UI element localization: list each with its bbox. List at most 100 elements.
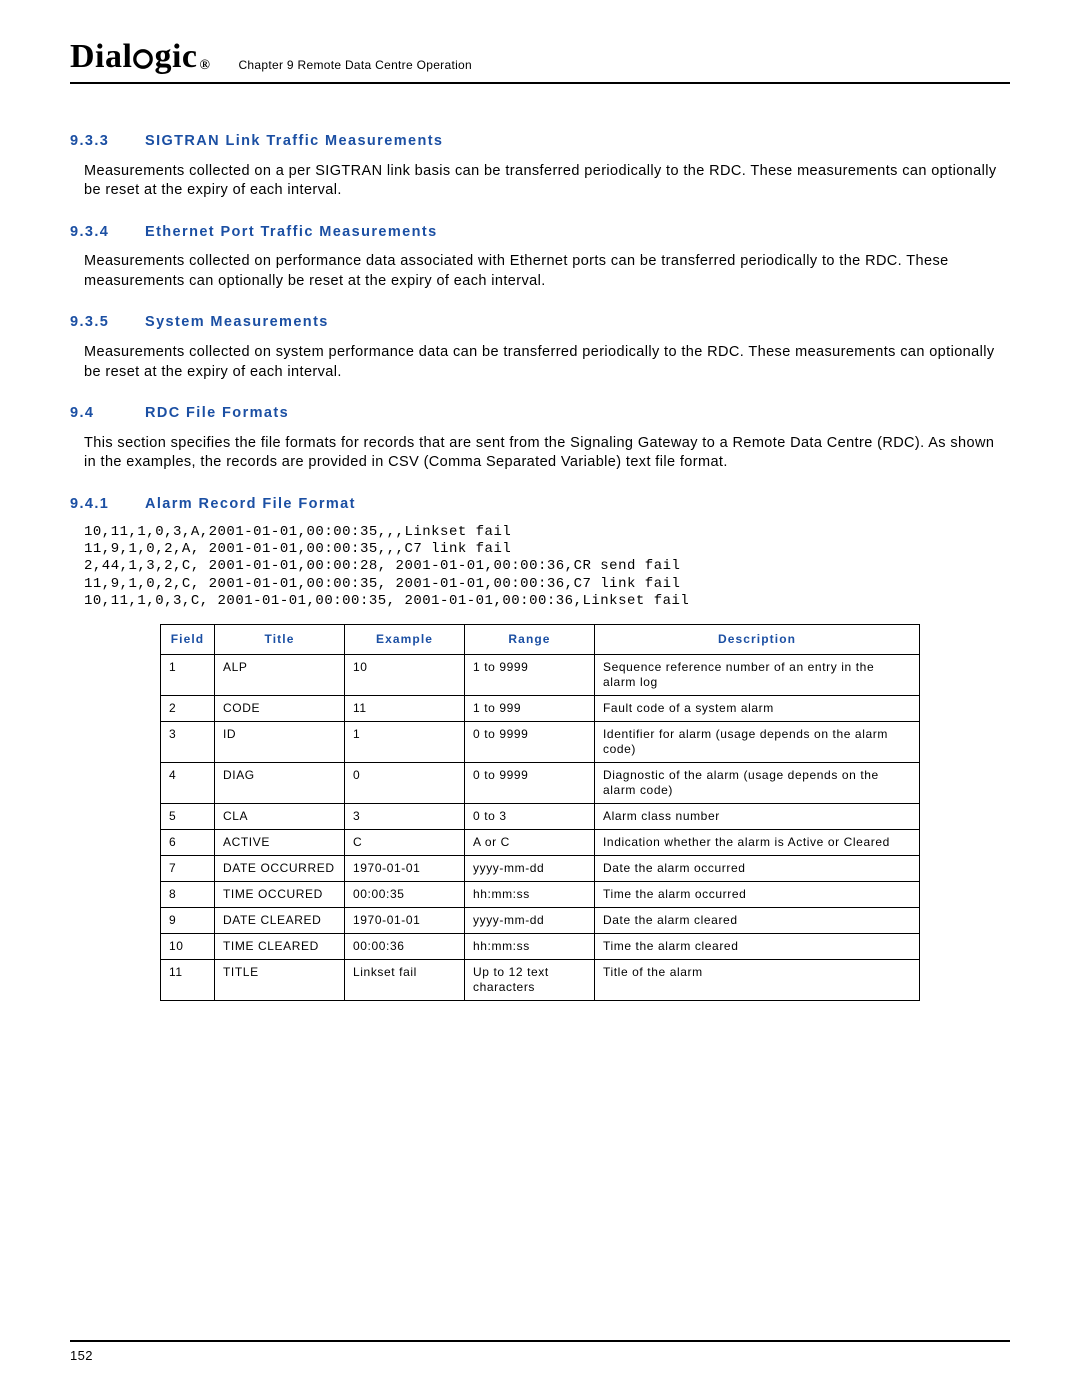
- logo-text-post: gic: [154, 38, 197, 76]
- cell-range: Up to 12 text characters: [465, 959, 595, 1000]
- cell-description: Time the alarm occurred: [595, 881, 920, 907]
- cell-description: Date the alarm cleared: [595, 907, 920, 933]
- brand-logo: Dial gic ®: [70, 38, 208, 76]
- cell-title: ACTIVE: [215, 829, 345, 855]
- cell-example: 1970-01-01: [345, 907, 465, 933]
- section-title: RDC File Formats: [145, 404, 289, 424]
- cell-range: 0 to 9999: [465, 762, 595, 803]
- document-page: Dial gic ® Chapter 9 Remote Data Centre …: [0, 0, 1080, 1397]
- alarm-record-example-block: 10,11,1,0,3,A,2001-01-01,00:00:35,,,Link…: [84, 524, 1010, 609]
- cell-field: 11: [161, 959, 215, 1000]
- col-header-description: Description: [595, 624, 920, 654]
- cell-range: hh:mm:ss: [465, 881, 595, 907]
- cell-example: 1: [345, 721, 465, 762]
- cell-field: 10: [161, 933, 215, 959]
- section-number: 9.4: [70, 404, 145, 424]
- alarm-format-table: Field Title Example Range Description 1 …: [160, 624, 920, 1001]
- cell-description: Time the alarm cleared: [595, 933, 920, 959]
- registered-mark: ®: [200, 58, 211, 74]
- page-footer: 152: [70, 1340, 1010, 1363]
- cell-range: 0 to 3: [465, 803, 595, 829]
- cell-title: DATE CLEARED: [215, 907, 345, 933]
- section-body-934: Measurements collected on performance da…: [84, 252, 1010, 291]
- cell-example: 00:00:35: [345, 881, 465, 907]
- cell-title: CLA: [215, 803, 345, 829]
- cell-field: 3: [161, 721, 215, 762]
- section-number: 9.3.4: [70, 223, 145, 243]
- col-header-range: Range: [465, 624, 595, 654]
- cell-description: Date the alarm occurred: [595, 855, 920, 881]
- table-row: 11 TITLE Linkset fail Up to 12 text char…: [161, 959, 920, 1000]
- alarm-table-body: 1 ALP 10 1 to 9999 Sequence reference nu…: [161, 654, 920, 1000]
- cell-description: Alarm class number: [595, 803, 920, 829]
- cell-field: 2: [161, 695, 215, 721]
- logo-text-pre: Dial: [70, 38, 132, 76]
- col-header-title: Title: [215, 624, 345, 654]
- cell-field: 5: [161, 803, 215, 829]
- cell-field: 6: [161, 829, 215, 855]
- table-row: 7 DATE OCCURRED 1970-01-01 yyyy-mm-dd Da…: [161, 855, 920, 881]
- page-content: 9.3.3 SIGTRAN Link Traffic Measurements …: [70, 132, 1010, 1001]
- table-row: 6 ACTIVE C A or C Indication whether the…: [161, 829, 920, 855]
- cell-range: yyyy-mm-dd: [465, 855, 595, 881]
- cell-title: TIME CLEARED: [215, 933, 345, 959]
- cell-example: C: [345, 829, 465, 855]
- cell-description: Fault code of a system alarm: [595, 695, 920, 721]
- cell-title: DATE OCCURRED: [215, 855, 345, 881]
- section-body-935: Measurements collected on system perform…: [84, 343, 1010, 382]
- cell-example: 3: [345, 803, 465, 829]
- col-header-example: Example: [345, 624, 465, 654]
- cell-field: 8: [161, 881, 215, 907]
- section-number: 9.3.3: [70, 132, 145, 152]
- table-header-row: Field Title Example Range Description: [161, 624, 920, 654]
- table-row: 5 CLA 3 0 to 3 Alarm class number: [161, 803, 920, 829]
- cell-field: 1: [161, 654, 215, 695]
- section-number: 9.4.1: [70, 495, 145, 515]
- cell-field: 4: [161, 762, 215, 803]
- cell-description: Title of the alarm: [595, 959, 920, 1000]
- col-header-field: Field: [161, 624, 215, 654]
- cell-description: Identifier for alarm (usage depends on t…: [595, 721, 920, 762]
- table-row: 9 DATE CLEARED 1970-01-01 yyyy-mm-dd Dat…: [161, 907, 920, 933]
- cell-range: yyyy-mm-dd: [465, 907, 595, 933]
- table-row: 8 TIME OCCURED 00:00:35 hh:mm:ss Time th…: [161, 881, 920, 907]
- cell-example: 00:00:36: [345, 933, 465, 959]
- cell-title: TITLE: [215, 959, 345, 1000]
- cell-field: 9: [161, 907, 215, 933]
- cell-title: DIAG: [215, 762, 345, 803]
- table-row: 10 TIME CLEARED 00:00:36 hh:mm:ss Time t…: [161, 933, 920, 959]
- section-body-94: This section specifies the file formats …: [84, 434, 1010, 473]
- logo-ring-icon: [133, 49, 153, 69]
- cell-title: ALP: [215, 654, 345, 695]
- page-header: Dial gic ® Chapter 9 Remote Data Centre …: [70, 38, 1010, 84]
- section-title: Ethernet Port Traffic Measurements: [145, 223, 438, 243]
- section-body-933: Measurements collected on a per SIGTRAN …: [84, 162, 1010, 201]
- cell-title: TIME OCCURED: [215, 881, 345, 907]
- table-row: 2 CODE 11 1 to 999 Fault code of a syste…: [161, 695, 920, 721]
- cell-range: 1 to 999: [465, 695, 595, 721]
- cell-range: hh:mm:ss: [465, 933, 595, 959]
- section-title: System Measurements: [145, 313, 329, 333]
- cell-example: 1970-01-01: [345, 855, 465, 881]
- section-heading-935: 9.3.5 System Measurements: [70, 313, 1010, 333]
- cell-title: ID: [215, 721, 345, 762]
- section-number: 9.3.5: [70, 313, 145, 333]
- table-row: 3 ID 1 0 to 9999 Identifier for alarm (u…: [161, 721, 920, 762]
- table-row: 4 DIAG 0 0 to 9999 Diagnostic of the ala…: [161, 762, 920, 803]
- section-heading-934: 9.3.4 Ethernet Port Traffic Measurements: [70, 223, 1010, 243]
- cell-field: 7: [161, 855, 215, 881]
- table-row: 1 ALP 10 1 to 9999 Sequence reference nu…: [161, 654, 920, 695]
- section-heading-941: 9.4.1 Alarm Record File Format: [70, 495, 1010, 515]
- cell-title: CODE: [215, 695, 345, 721]
- chapter-reference: Chapter 9 Remote Data Centre Operation: [238, 58, 472, 76]
- cell-example: 10: [345, 654, 465, 695]
- cell-description: Diagnostic of the alarm (usage depends o…: [595, 762, 920, 803]
- page-number: 152: [70, 1348, 93, 1363]
- cell-example: 11: [345, 695, 465, 721]
- cell-range: 1 to 9999: [465, 654, 595, 695]
- cell-range: A or C: [465, 829, 595, 855]
- section-heading-94: 9.4 RDC File Formats: [70, 404, 1010, 424]
- cell-description: Indication whether the alarm is Active o…: [595, 829, 920, 855]
- section-title: Alarm Record File Format: [145, 495, 356, 515]
- cell-example: 0: [345, 762, 465, 803]
